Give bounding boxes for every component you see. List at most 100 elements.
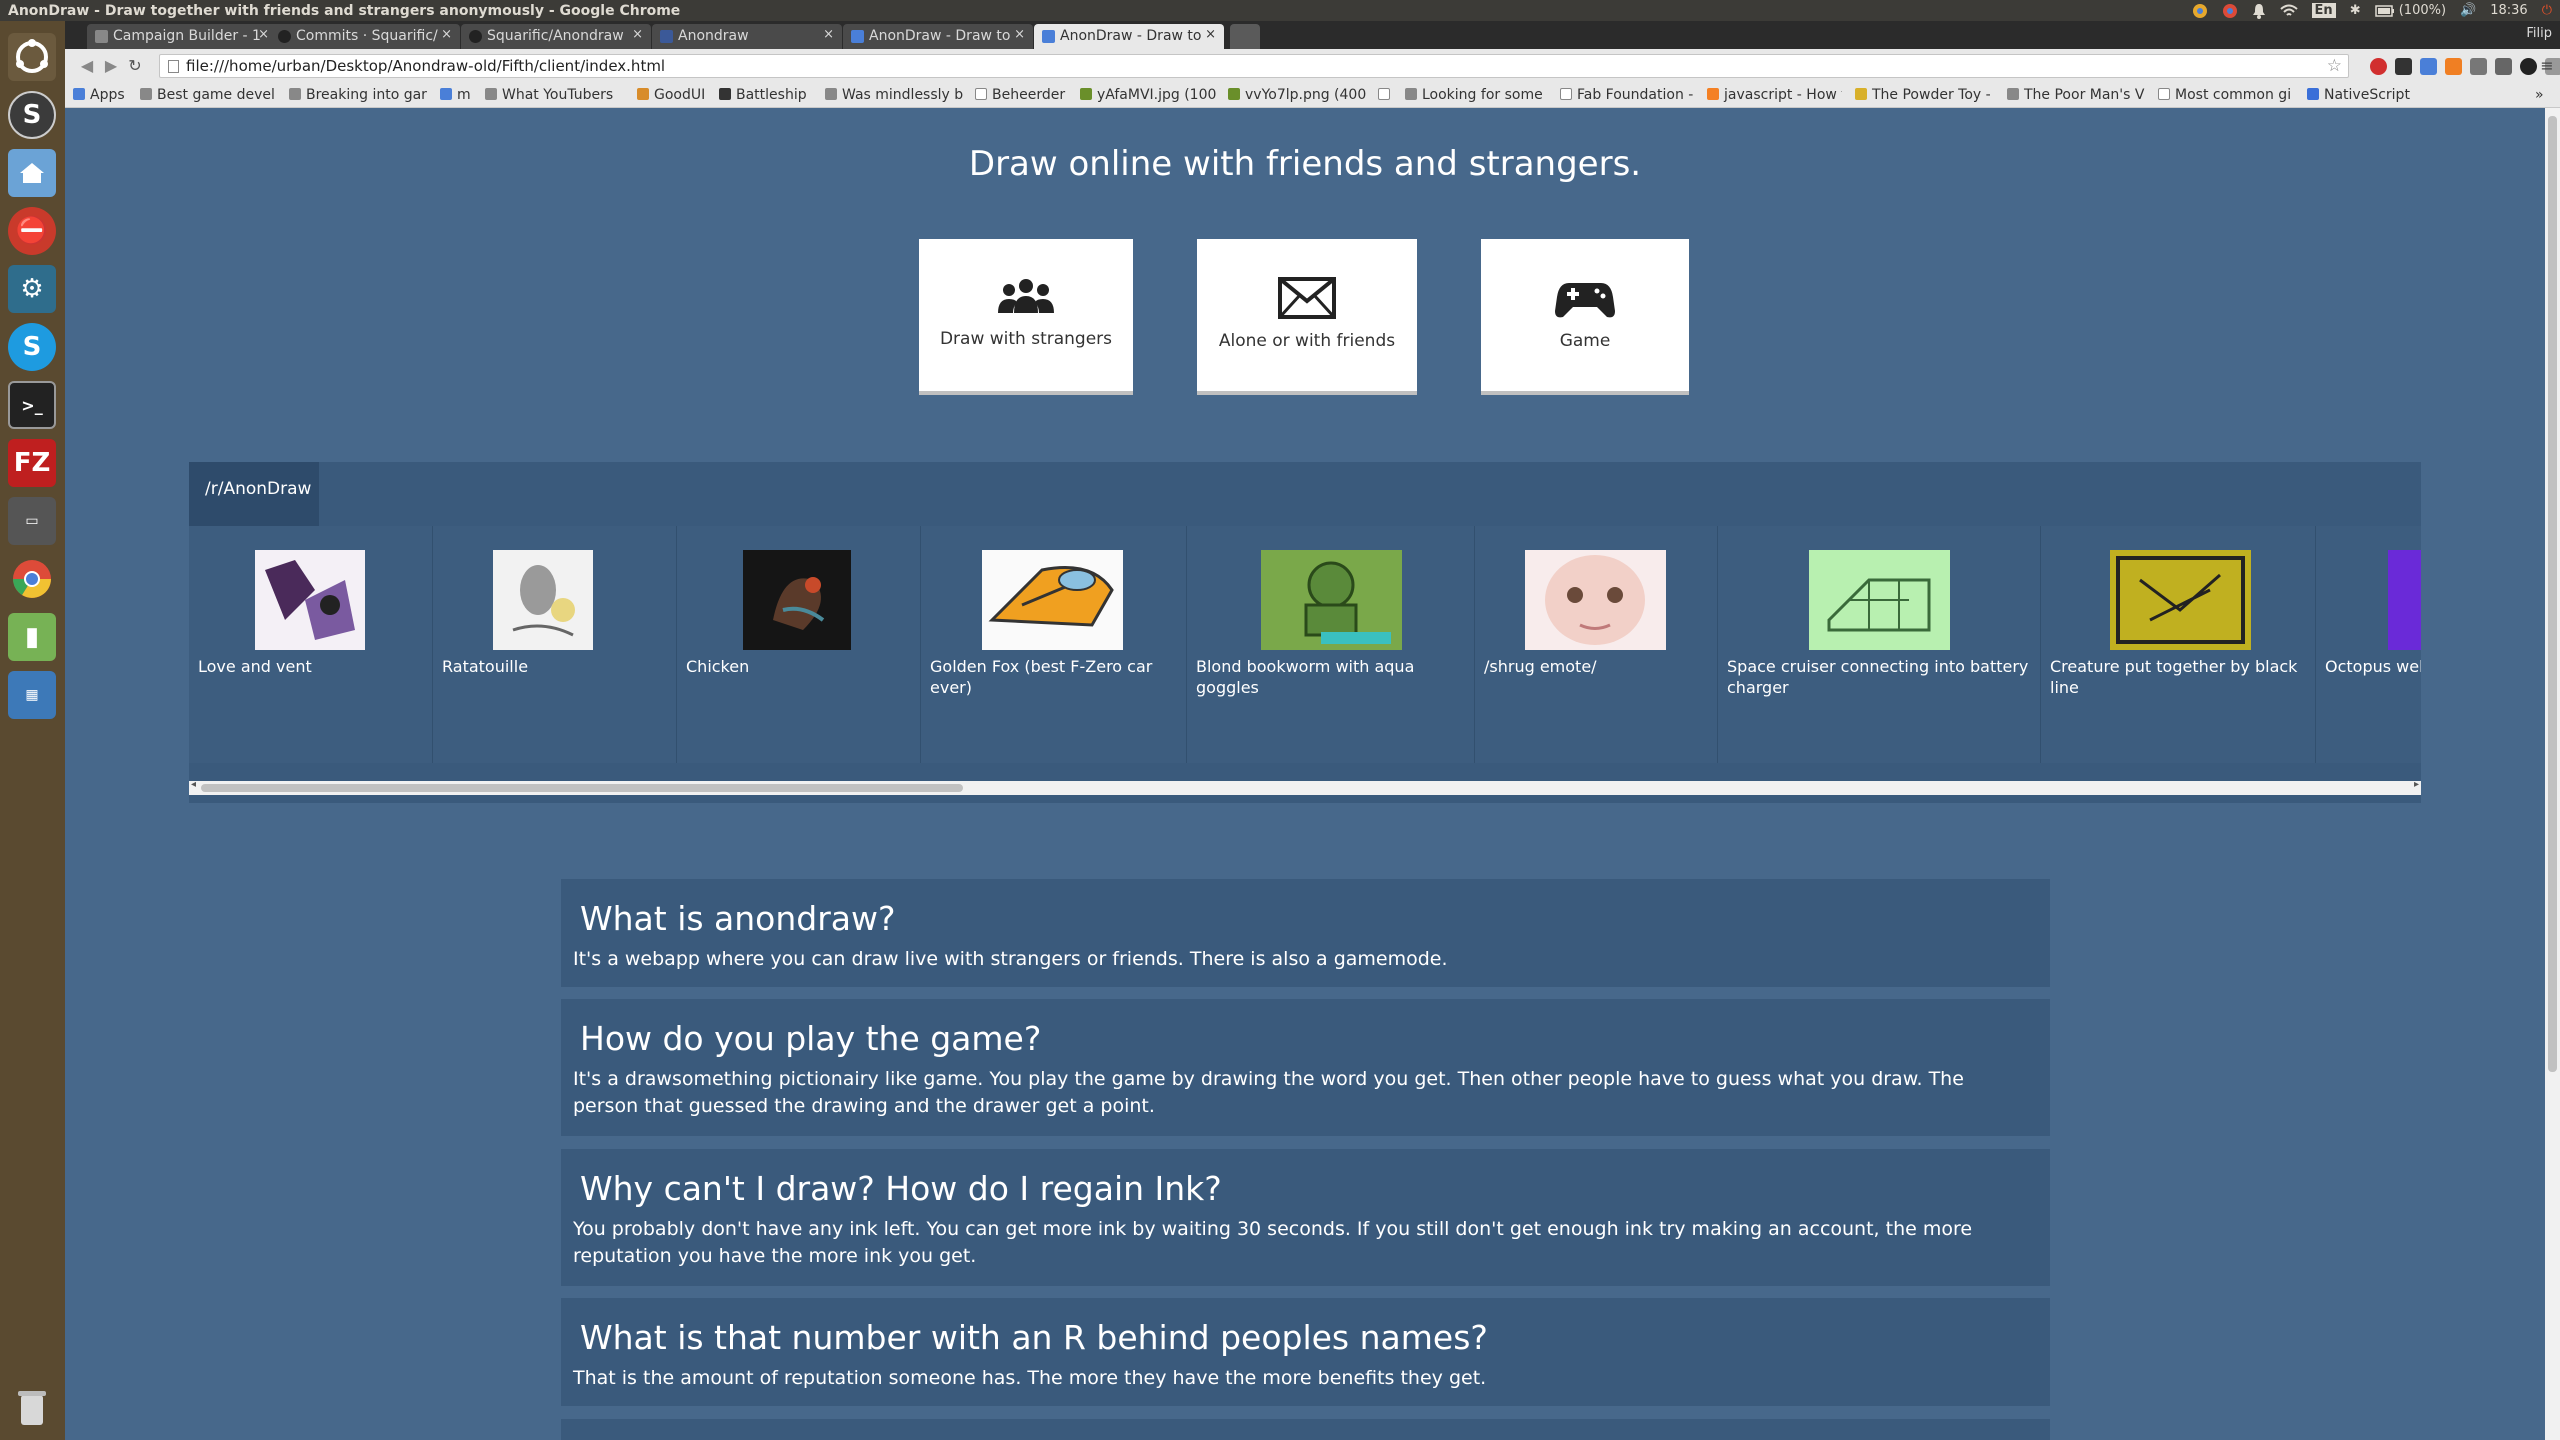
close-tab-icon[interactable]: × <box>441 27 452 42</box>
app-green-icon[interactable]: ▮ <box>8 613 56 661</box>
draw-with-strangers-button[interactable]: Draw with strangers <box>919 239 1133 395</box>
profile-name[interactable]: Filip <box>2526 26 2552 41</box>
extension-orange-icon[interactable] <box>2445 58 2462 75</box>
tab-squarific-anondraw[interactable]: Squarific/Anondraw × <box>461 24 651 49</box>
post-thumbnail <box>982 550 1123 650</box>
page-vertical-scrollbar[interactable] <box>2545 108 2560 1440</box>
reddit-post[interactable]: /shrug emote/ <box>1475 526 1718 763</box>
bookmark-star-icon[interactable]: ☆ <box>2327 56 2342 76</box>
reddit-post[interactable]: Love and vent <box>189 526 433 763</box>
home-folder-icon[interactable] <box>8 149 56 197</box>
reddit-post[interactable]: Chicken <box>677 526 921 763</box>
faq-answer: It's a webapp where you can draw live wi… <box>573 948 1448 970</box>
skype-icon[interactable]: S <box>8 323 56 371</box>
adblock-extension-icon[interactable] <box>2370 58 2387 75</box>
battery-indicator[interactable]: (100%) <box>2374 3 2446 18</box>
tab-anondraw-draw-active[interactable]: AnonDraw - Draw to × <box>1034 24 1224 49</box>
scrollbar-thumb[interactable] <box>201 784 963 792</box>
bookmark-item[interactable] <box>1378 87 1398 103</box>
bookmark-item[interactable]: yAfaMVI.jpg (100 <box>1080 87 1220 103</box>
extension-cube-icon[interactable] <box>2470 58 2487 75</box>
system-monitor-icon[interactable]: ⚙ <box>8 265 56 313</box>
bookmark-item[interactable]: The Poor Man's V <box>2007 87 2145 103</box>
bookmark-item[interactable]: Breaking into gar <box>289 87 429 103</box>
anondraw-favicon-icon <box>851 30 864 43</box>
reddit-post[interactable]: Octopus web <box>2316 526 2421 763</box>
chrome-menu-icon[interactable]: ≡ <box>2537 56 2557 76</box>
close-tab-icon[interactable]: × <box>823 27 834 42</box>
alone-or-with-friends-button[interactable]: Alone or with friends <box>1197 239 1417 395</box>
reload-icon[interactable]: ↻ <box>125 56 145 76</box>
clock[interactable]: 18:36 <box>2490 3 2527 18</box>
bookmark-item[interactable]: Most common gi <box>2158 87 2298 103</box>
scrollbar-thumb[interactable] <box>2548 116 2557 1072</box>
ubuntu-dash-icon[interactable] <box>8 33 56 81</box>
faq-answer: That is the amount of reputation someone… <box>573 1367 1487 1389</box>
bookmark-item[interactable]: Best game develo <box>140 87 275 103</box>
close-tab-icon[interactable]: × <box>632 27 643 42</box>
bookmark-item[interactable]: javascript - How t <box>1707 87 1842 103</box>
bookmark-apps[interactable]: Apps <box>73 87 125 103</box>
reddit-post[interactable]: Ratatouille <box>433 526 677 763</box>
tab-reddit-anondraw[interactable]: /r/AnonDraw <box>189 462 319 526</box>
chrome-alt-tray-icon[interactable] <box>2222 3 2238 19</box>
reddit-horizontal-scrollbar[interactable]: ◂ ▸ <box>189 779 2421 795</box>
tab-anondraw-facebook[interactable]: Anondraw × <box>652 24 842 49</box>
page-favicon-icon <box>95 30 108 43</box>
close-tab-icon[interactable]: × <box>258 27 269 42</box>
reddit-post[interactable]: Space cruiser connecting into battery ch… <box>1718 526 2041 763</box>
bookmark-item[interactable]: NativeScript <box>2307 87 2447 103</box>
tab-anondraw-draw-1[interactable]: AnonDraw - Draw to × <box>843 24 1033 49</box>
scroll-right-arrow-icon[interactable]: ▸ <box>2414 779 2419 790</box>
mode-label: Game <box>1559 331 1611 351</box>
bookmark-item[interactable]: What YouTubers <box>485 87 623 103</box>
reddit-post[interactable]: Golden Fox (best F-Zero car ever) <box>921 526 1187 763</box>
trash-icon[interactable] <box>8 1383 56 1431</box>
reddit-post[interactable]: Creature put together by black line <box>2041 526 2316 763</box>
bluetooth-icon[interactable]: ✱ <box>2350 3 2361 18</box>
bookmark-item[interactable]: Was mindlessly b <box>825 87 965 103</box>
bookmark-item[interactable]: Battleship <box>719 87 829 103</box>
bookmark-item[interactable]: Fab Foundation - <box>1560 87 1695 103</box>
close-tab-icon[interactable]: × <box>1205 27 1216 42</box>
window-switcher-icon[interactable]: ▭ <box>8 497 56 545</box>
sublime-text-icon[interactable]: S <box>8 91 56 139</box>
wifi-icon[interactable] <box>2279 4 2298 18</box>
app-red-icon[interactable]: ⛔ <box>8 207 56 255</box>
scroll-left-arrow-icon[interactable]: ◂ <box>191 779 196 790</box>
post-title: Love and vent <box>198 657 312 676</box>
workspace-switcher-icon[interactable]: ▦ <box>8 671 56 719</box>
back-arrow-icon[interactable]: ◀ <box>77 56 97 76</box>
power-icon[interactable]: ⏻ <box>2542 3 2552 18</box>
forward-arrow-icon[interactable]: ▶ <box>101 56 121 76</box>
post-thumbnail <box>493 550 593 650</box>
tab-campaign-builder[interactable]: Campaign Builder - 1 × <box>87 24 277 49</box>
chrome-icon[interactable] <box>8 555 56 603</box>
faq-item: What is that number with an R behind peo… <box>561 1298 2050 1406</box>
extension-dark-icon[interactable] <box>2520 58 2537 75</box>
bookmark-item[interactable]: The Powder Toy - <box>1855 87 1995 103</box>
close-tab-icon[interactable]: × <box>1014 27 1025 42</box>
bookmark-item[interactable]: m <box>440 87 490 103</box>
volume-icon[interactable]: 🔊 <box>2460 3 2476 18</box>
terminal-icon[interactable]: >_ <box>8 381 56 429</box>
filezilla-icon[interactable]: FZ <box>8 439 56 487</box>
reddit-post-strip[interactable]: Love and vent Ratatouille Chicken Golden… <box>189 526 2421 763</box>
bell-icon[interactable] <box>2252 3 2266 19</box>
address-bar[interactable]: file:///home/urban/Desktop/Anondraw-old/… <box>159 54 2349 78</box>
reddit-post[interactable]: Blond bookworm with aqua goggles <box>1187 526 1475 763</box>
bookmarks-overflow-icon[interactable]: » <box>2535 87 2544 103</box>
bookmark-item[interactable]: vvYo7lp.png (400 <box>1228 87 1368 103</box>
game-button[interactable]: Game <box>1481 239 1689 395</box>
facebook-icon <box>660 30 673 43</box>
keyboard-layout-indicator[interactable]: En <box>2311 3 2336 18</box>
extension-window-icon[interactable] <box>2495 58 2512 75</box>
extension-ux-icon[interactable] <box>2395 58 2412 75</box>
bookmark-item[interactable]: Beheerder <box>975 87 1080 103</box>
new-tab-button[interactable] <box>1230 24 1260 49</box>
bookmark-item[interactable]: GoodUI <box>637 87 722 103</box>
extension-translate-icon[interactable] <box>2420 58 2437 75</box>
chrome-tray-icon[interactable] <box>2192 3 2208 19</box>
tab-commits[interactable]: Commits · Squarific/× <box>270 24 460 49</box>
bookmark-item[interactable]: Looking for some <box>1405 87 1545 103</box>
